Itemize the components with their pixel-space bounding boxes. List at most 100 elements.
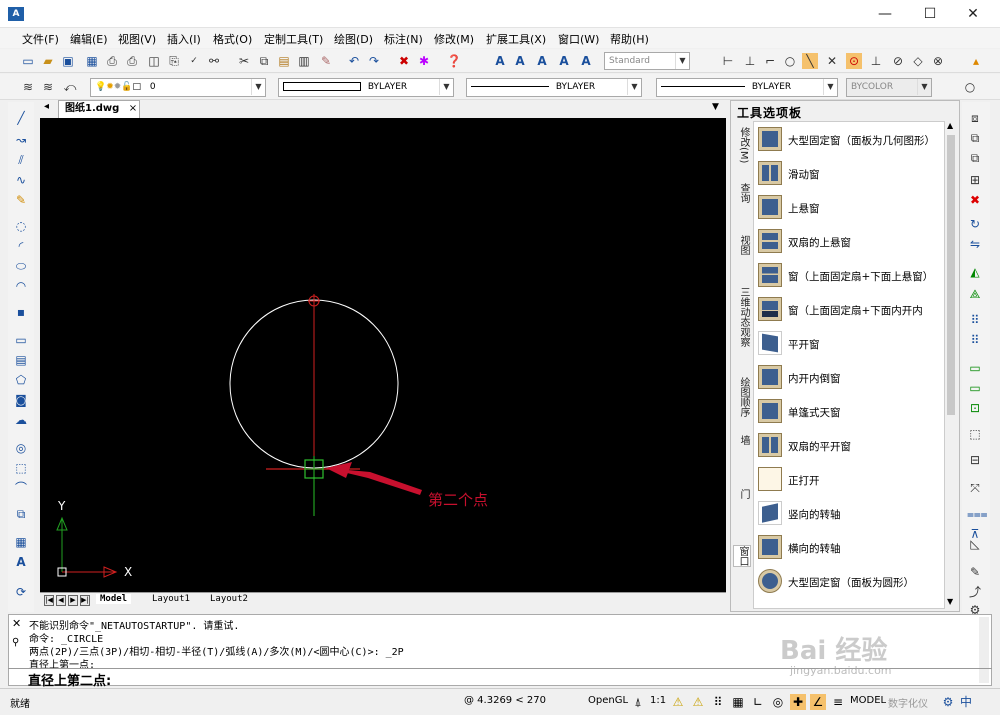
- palette-tab-draworder[interactable]: 绘图顺序: [733, 377, 751, 417]
- redo-icon[interactable]: ↷: [366, 53, 382, 69]
- opengl-toggle[interactable]: OpenGL: [588, 695, 628, 706]
- minimize-button[interactable]: —: [870, 4, 900, 24]
- lineweight-icon[interactable]: ≡: [830, 694, 846, 710]
- delete-icon[interactable]: ✖: [396, 53, 412, 69]
- workspace-gear-icon[interactable]: ⚙: [940, 694, 956, 710]
- circle-tool-icon[interactable]: ○: [962, 79, 978, 95]
- erase-icon[interactable]: ✖: [967, 192, 983, 208]
- undo-icon[interactable]: ↶: [346, 53, 362, 69]
- tab-layout1[interactable]: Layout1: [152, 594, 190, 604]
- scroll-down-icon[interactable]: ▼: [947, 597, 953, 606]
- scroll-up-icon[interactable]: ▲: [947, 121, 953, 130]
- point-icon[interactable]: ▪: [13, 304, 29, 320]
- layer-manager-icon[interactable]: ≋: [20, 79, 36, 95]
- construction-line-icon[interactable]: ⫽: [13, 152, 29, 168]
- plot-icon[interactable]: ⎙: [124, 53, 140, 69]
- donut-icon[interactable]: ◎: [13, 440, 29, 456]
- justify-text-icon[interactable]: A: [578, 53, 594, 69]
- drawing-canvas[interactable]: 第二个点 Y X: [40, 118, 726, 592]
- layer-previous-icon[interactable]: ⤺: [62, 79, 78, 95]
- snap-endpoint-icon[interactable]: ⌐: [762, 53, 778, 69]
- palette-item[interactable]: 大型固定窗（面板为几何图形）: [754, 124, 944, 158]
- layout-last-button[interactable]: ▶|: [80, 595, 90, 606]
- palette-item[interactable]: 窗（上面固定扇+下面上悬窗）: [754, 260, 944, 294]
- palette-item[interactable]: 平开窗: [754, 328, 944, 362]
- menu-window[interactable]: 窗口(W): [558, 31, 599, 47]
- auto-scale-icon[interactable]: ⚠: [690, 694, 706, 710]
- paste-special-icon[interactable]: ▥: [296, 53, 312, 69]
- palette-scroll-thumb[interactable]: [947, 135, 955, 415]
- annotation-scale[interactable]: 1:1: [650, 695, 666, 706]
- layer-states-icon[interactable]: ≋: [40, 79, 56, 95]
- layout-prev-button[interactable]: ◀: [56, 595, 66, 606]
- text-style-select[interactable]: Standard ▼: [604, 52, 690, 70]
- paste-icon[interactable]: ▤: [276, 53, 292, 69]
- snap-circle-icon[interactable]: ○: [782, 53, 798, 69]
- palette-item[interactable]: 横向的转轴: [754, 532, 944, 566]
- palette-item[interactable]: 单篷式天窗: [754, 396, 944, 430]
- menu-format[interactable]: 格式(O): [213, 31, 252, 47]
- menu-view[interactable]: 视图(V): [118, 31, 156, 47]
- edit-text-icon[interactable]: A: [534, 53, 550, 69]
- open-folder-icon[interactable]: ▰: [40, 53, 56, 69]
- scale-text-icon[interactable]: A: [556, 53, 572, 69]
- tab-model[interactable]: Model: [96, 594, 132, 604]
- palette-tab-door[interactable]: 门: [733, 489, 751, 499]
- sketch-icon[interactable]: ✎: [13, 192, 29, 208]
- palette-tab-window[interactable]: 窗口: [733, 545, 751, 567]
- close-button[interactable]: ✕: [958, 4, 988, 24]
- arc-edit-icon[interactable]: ◺: [967, 536, 983, 552]
- circle-icon[interactable]: ◌: [13, 218, 29, 234]
- hatch-icon[interactable]: ▤: [13, 352, 29, 368]
- layout-next-button[interactable]: ▶: [68, 595, 78, 606]
- palette-item[interactable]: 竖向的转轴: [754, 498, 944, 532]
- palette-item[interactable]: 双扇的平开窗: [754, 430, 944, 464]
- trim-icon[interactable]: ▭: [967, 380, 983, 396]
- menu-help[interactable]: 帮助(H): [610, 31, 649, 47]
- text-icon[interactable]: A: [512, 53, 528, 69]
- move-icon[interactable]: ▭: [967, 360, 983, 376]
- box-icon[interactable]: ⬚: [967, 426, 983, 442]
- palette-tab-query[interactable]: 查询: [733, 183, 751, 203]
- palette-item[interactable]: 滑动窗: [754, 158, 944, 192]
- ellipse-arc-icon[interactable]: ◠: [13, 278, 29, 294]
- palette-item[interactable]: 大型固定窗（面板为圆形）: [754, 566, 944, 600]
- annotation-visibility-icon[interactable]: ⚠: [670, 694, 686, 710]
- lineweight-select[interactable]: BYLAYER ▼: [656, 78, 838, 97]
- menu-file[interactable]: 文件(F): [22, 31, 59, 47]
- palette-scrollbar[interactable]: ▲ ▼: [945, 121, 957, 609]
- palette-item[interactable]: 窗（上面固定扇+下面内开内: [754, 294, 944, 328]
- print-icon[interactable]: ⎙: [104, 53, 120, 69]
- break-icon[interactable]: ⊟: [967, 452, 983, 468]
- copy-object-icon[interactable]: ⧉: [967, 150, 983, 166]
- table-icon[interactable]: ▦: [13, 534, 29, 550]
- polar-icon[interactable]: ◎: [770, 694, 786, 710]
- match-properties-icon[interactable]: ✎: [318, 53, 334, 69]
- pointer-icon[interactable]: ▴: [968, 53, 984, 69]
- ime-icon[interactable]: 中: [958, 694, 974, 710]
- mtext-icon[interactable]: A: [13, 554, 29, 570]
- menu-draw[interactable]: 绘图(D): [334, 31, 373, 47]
- polyline-icon[interactable]: ∿: [13, 172, 29, 188]
- copy-icon[interactable]: ⧉: [256, 53, 272, 69]
- ellipse-icon[interactable]: ⬭: [13, 258, 29, 274]
- insert-icon[interactable]: ⟳: [13, 584, 29, 600]
- spline-edit-icon[interactable]: ⤴: [967, 584, 983, 600]
- arc-icon[interactable]: ◜: [13, 238, 29, 254]
- scale-icon[interactable]: ◭: [967, 264, 983, 280]
- palette-tab-view[interactable]: 视图: [733, 235, 751, 255]
- menu-extensions[interactable]: 扩展工具(X): [486, 31, 546, 47]
- palette-tab-wall[interactable]: 墙: [733, 435, 751, 445]
- tab-drawing1[interactable]: 图纸1.dwg ×: [58, 100, 140, 118]
- snap-center-icon[interactable]: ⊙: [846, 53, 862, 69]
- menu-edit[interactable]: 编辑(E): [70, 31, 108, 47]
- print-preview-icon[interactable]: ◫: [146, 53, 162, 69]
- block-icon[interactable]: ⧉: [13, 506, 29, 522]
- tab-close-icon[interactable]: ×: [129, 103, 137, 114]
- otrack-icon[interactable]: ∠: [810, 694, 826, 710]
- palette-item[interactable]: 正打开: [754, 464, 944, 498]
- line-icon[interactable]: ╱: [13, 110, 29, 126]
- snap-quadrant-icon[interactable]: ◇: [910, 53, 926, 69]
- cut-icon[interactable]: ✂: [236, 53, 252, 69]
- join-icon[interactable]: ⤧: [967, 480, 983, 496]
